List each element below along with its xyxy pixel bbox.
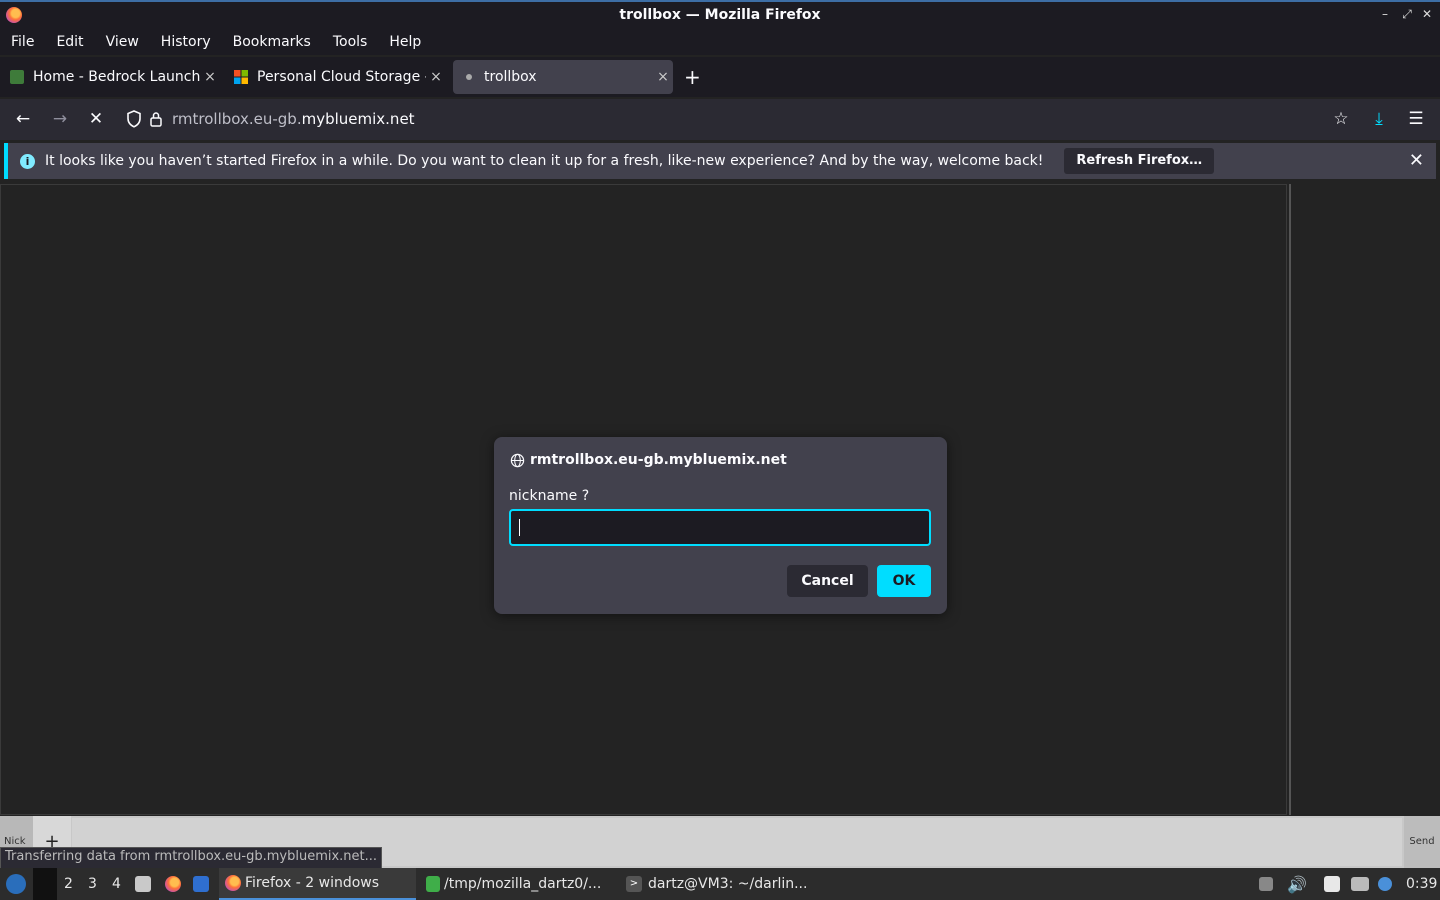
minimize-icon[interactable]: –	[1378, 7, 1392, 21]
volume-icon[interactable]: 🔊	[1287, 868, 1307, 900]
close-notification-icon[interactable]: ✕	[1409, 150, 1424, 171]
network-icon[interactable]	[1351, 868, 1369, 900]
menu-file[interactable]: File	[0, 34, 45, 50]
menu-bar: File Edit View History Bookmarks Tools H…	[0, 29, 1440, 55]
new-tab-plus-icon[interactable]: +	[684, 65, 701, 89]
url-domain: mybluemix.net	[301, 110, 415, 128]
workspace-2[interactable]: 2	[64, 868, 73, 900]
taskbar-app-archive[interactable]: /tmp/mozilla_dartz0/...	[426, 868, 616, 900]
close-tab-icon[interactable]: ×	[426, 69, 446, 85]
taskbar-app-label: dartz@VM3: ~/darlin...	[648, 876, 808, 892]
taskbar-app-terminal[interactable]: > dartz@VM3: ~/darlin...	[626, 868, 816, 900]
maximize-icon[interactable]: ⤢	[1400, 7, 1414, 22]
taskbar-app-firefox[interactable]: Firefox - 2 windows	[219, 868, 416, 900]
hamburger-menu-icon[interactable]: ☰	[1403, 107, 1429, 131]
back-arrow-icon[interactable]: ←	[10, 107, 36, 131]
taskbar-app-label: /tmp/mozilla_dartz0/...	[444, 876, 602, 892]
dialog-prompt-label: nickname ?	[509, 488, 590, 504]
tray-up-arrow-icon[interactable]	[1259, 868, 1273, 900]
send-button[interactable]: Send	[1404, 816, 1440, 868]
cube-icon	[10, 70, 24, 84]
prompt-dialog: rmtrollbox.eu-gb.mybluemix.net nickname …	[494, 437, 947, 614]
tab-trollbox[interactable]: trollbox ×	[453, 60, 673, 94]
tab-strip: Home - Bedrock Launcher × Personal Cloud…	[0, 57, 1440, 97]
tab-bedrock-launcher[interactable]: Home - Bedrock Launcher ×	[0, 60, 220, 94]
text-caret	[519, 519, 520, 536]
file-manager-icon[interactable]	[135, 868, 151, 900]
stop-loading-icon[interactable]: ✕	[83, 107, 109, 131]
refresh-firefox-button[interactable]: Refresh Firefox…	[1064, 148, 1215, 174]
menu-bookmarks[interactable]: Bookmarks	[222, 34, 322, 50]
workspace-3[interactable]: 3	[88, 868, 97, 900]
menu-tools[interactable]: Tools	[322, 34, 379, 50]
notification-bar: i It looks like you haven’t started Fire…	[4, 143, 1436, 179]
clock: 0:39	[1406, 876, 1438, 892]
ok-button[interactable]: OK	[877, 565, 931, 597]
url-prefix: rmtrollbox.eu-gb.	[172, 110, 302, 128]
loading-dot-icon	[466, 74, 472, 80]
close-tab-icon[interactable]: ×	[653, 69, 673, 85]
menu-history[interactable]: History	[150, 34, 222, 50]
tab-label: Personal Cloud Storage -	[257, 69, 426, 85]
cancel-button[interactable]: Cancel	[787, 565, 868, 597]
bookmark-star-icon[interactable]: ☆	[1328, 107, 1354, 131]
globe-icon	[510, 453, 525, 467]
menu-help[interactable]: Help	[378, 34, 432, 50]
taskbar-app-label: Firefox - 2 windows	[245, 875, 380, 891]
url-bar[interactable]: rmtrollbox.eu-gb. mybluemix.net	[118, 104, 1362, 134]
workspace-4[interactable]: 4	[112, 868, 121, 900]
taskbar: 2 3 4 Firefox - 2 windows /tmp/mozilla_d…	[0, 868, 1440, 900]
user-list-pane	[1289, 184, 1440, 815]
menu-edit[interactable]: Edit	[45, 34, 94, 50]
navigation-bar: ← → ✕ rmtrollbox.eu-gb. mybluemix.net ☆ ⤓…	[0, 99, 1440, 140]
firefox-icon	[225, 875, 241, 891]
download-icon[interactable]: ⤓	[1366, 107, 1392, 131]
tab-label: Home - Bedrock Launcher	[33, 69, 200, 85]
forward-arrow-icon[interactable]: →	[47, 107, 73, 131]
info-icon: i	[20, 153, 35, 169]
dialog-header: rmtrollbox.eu-gb.mybluemix.net	[510, 452, 787, 468]
menu-view[interactable]: View	[95, 34, 150, 50]
workspace-1[interactable]	[33, 868, 57, 900]
clipboard-icon[interactable]	[1324, 868, 1340, 900]
shield-icon[interactable]	[126, 110, 142, 128]
nickname-input[interactable]	[509, 509, 931, 546]
status-message: Transferring data from rmtrollbox.eu-gb.…	[0, 847, 383, 869]
notification-message: It looks like you haven’t started Firefo…	[45, 153, 1044, 169]
firefox-launcher-icon[interactable]	[165, 868, 181, 900]
terminal-launcher-icon[interactable]	[193, 868, 209, 900]
lock-icon[interactable]	[149, 111, 163, 127]
tab-label: trollbox	[484, 69, 537, 85]
terminal-icon: >	[626, 876, 642, 892]
notification-tray-icon[interactable]	[1378, 868, 1392, 900]
dialog-origin: rmtrollbox.eu-gb.mybluemix.net	[530, 452, 787, 468]
microsoft-logo-icon	[234, 70, 248, 84]
start-menu-icon[interactable]	[6, 868, 26, 900]
window-title: trollbox — Mozilla Firefox	[619, 7, 821, 23]
tab-personal-cloud-storage[interactable]: Personal Cloud Storage - ×	[224, 60, 446, 94]
window-titlebar: trollbox — Mozilla Firefox – ⤢ ✕	[0, 0, 1440, 29]
archive-icon	[426, 876, 440, 892]
close-tab-icon[interactable]: ×	[200, 69, 220, 85]
close-window-icon[interactable]: ✕	[1420, 7, 1434, 21]
